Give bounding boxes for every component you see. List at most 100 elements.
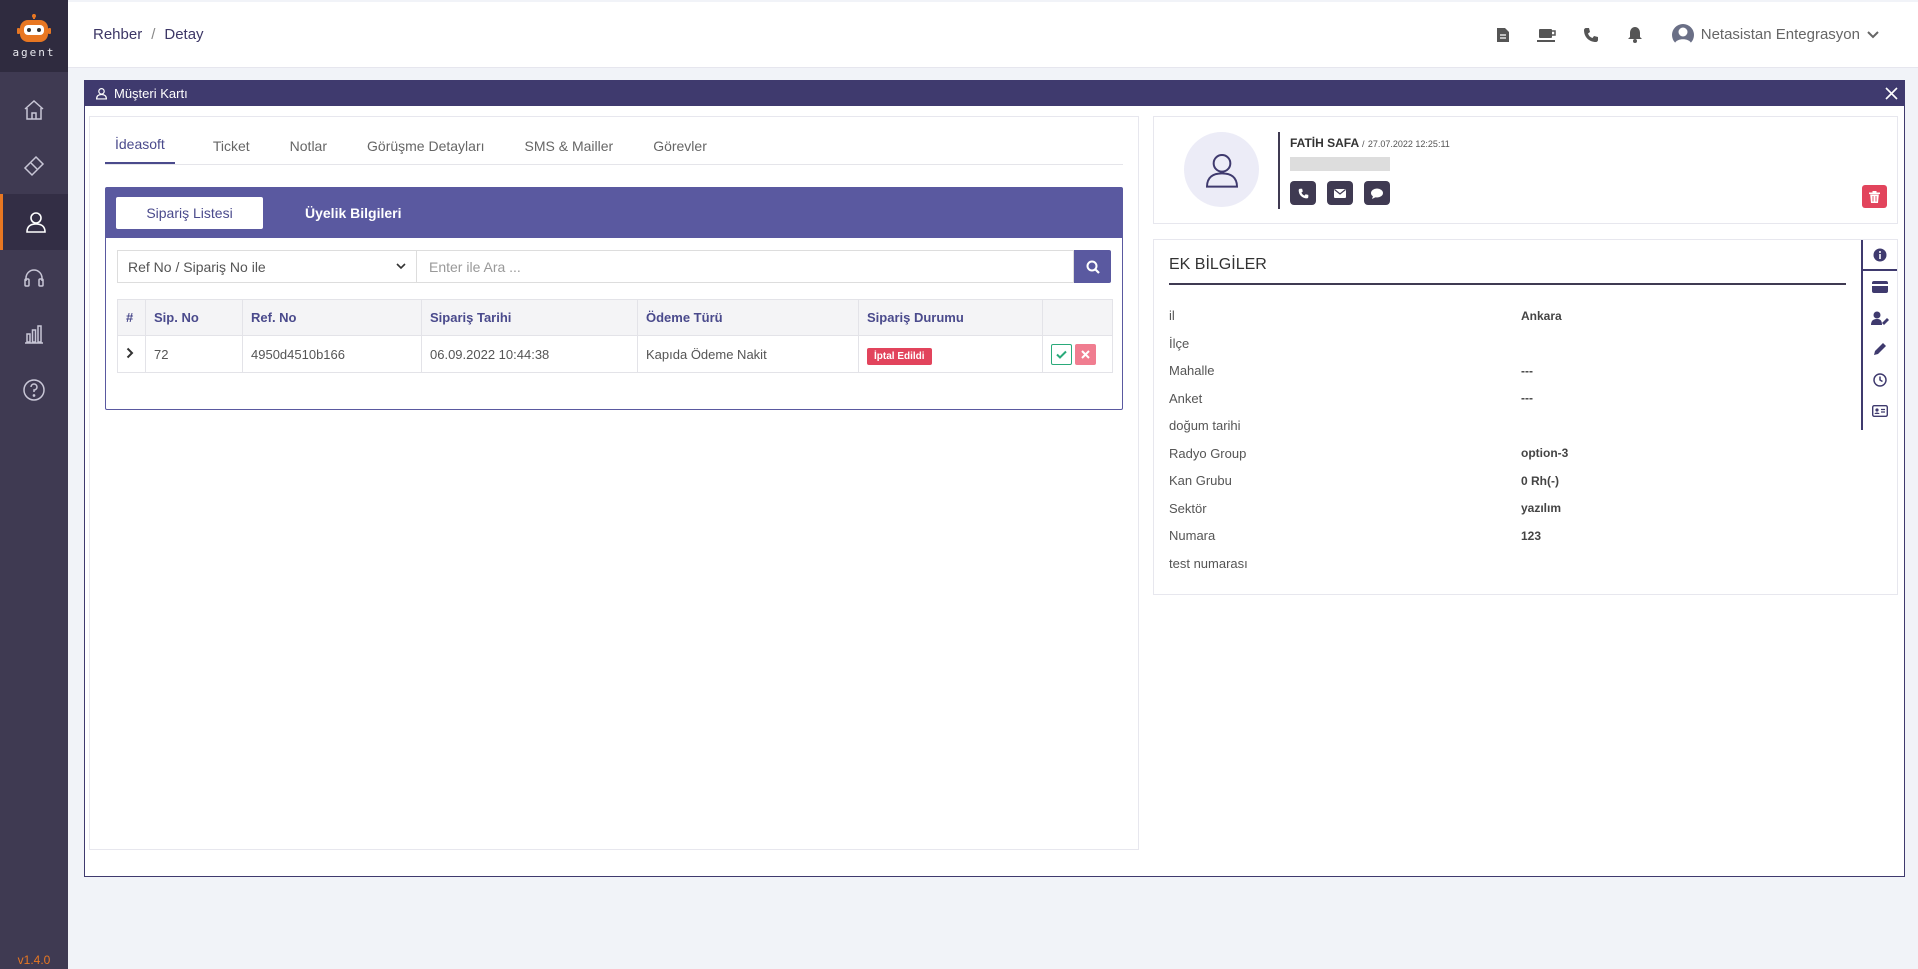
- info-row: Mahalle ---: [1169, 357, 1599, 385]
- call-button[interactable]: [1290, 181, 1316, 205]
- side-tab-edit[interactable]: [1863, 333, 1897, 364]
- tab-gorusme-detaylari[interactable]: Görüşme Detayları: [347, 138, 504, 164]
- side-tab-id-card[interactable]: [1863, 395, 1897, 426]
- document-button[interactable]: [1481, 27, 1525, 43]
- info-icon: [1873, 248, 1887, 261]
- tab-sms-mailler[interactable]: SMS & Mailler: [505, 138, 634, 164]
- profile-info: FATİH SAFA / 27.07.2022 12:25:11: [1278, 132, 1450, 209]
- phone-icon: [1583, 27, 1598, 42]
- side-tab-history[interactable]: [1863, 364, 1897, 395]
- nav-tickets[interactable]: [0, 138, 68, 194]
- info-value: 0 Rh(-): [1521, 473, 1559, 488]
- robot-logo-icon: [17, 13, 51, 42]
- nav-calls[interactable]: [0, 250, 68, 306]
- info-key: Kan Grubu: [1169, 473, 1232, 489]
- info-key: il: [1169, 308, 1175, 324]
- info-value: option-3: [1521, 446, 1569, 461]
- info-key: Radyo Group: [1169, 445, 1247, 461]
- extra-side-tabs: [1861, 240, 1897, 430]
- envelope-icon: [1334, 188, 1346, 198]
- coffee-icon: [1536, 28, 1556, 42]
- tab-notlar[interactable]: Notlar: [270, 138, 347, 164]
- tab-ticket[interactable]: Ticket: [193, 138, 270, 164]
- topbar-actions: Netasistan Entegrasyon: [1481, 23, 1880, 47]
- close-icon: [1081, 349, 1090, 359]
- order-subtabs: Sipariş Listesi Üyelik Bilgileri: [106, 188, 1122, 238]
- breadcrumb: Rehber / Detay: [93, 26, 204, 43]
- search-icon: [1086, 260, 1100, 274]
- nav-help[interactable]: [0, 362, 68, 418]
- version-label: v1.4.0: [17, 953, 51, 967]
- id-card-icon: [1872, 404, 1888, 417]
- modal-header: Müşteri Kartı: [85, 81, 1904, 106]
- info-row: doğum tarihi: [1169, 412, 1599, 440]
- tab-ideasoft[interactable]: İdeasoft: [105, 136, 175, 164]
- search-input[interactable]: Enter ile Ara ...: [417, 250, 1074, 283]
- info-value: ---: [1521, 391, 1533, 406]
- card-icon: [1872, 280, 1888, 293]
- phone-icon: [1298, 188, 1308, 198]
- delete-button[interactable]: [1862, 185, 1887, 208]
- cell-ref-no: 4950d4510b166: [242, 335, 422, 373]
- logo-text: agent: [12, 45, 56, 59]
- col-siparis-durumu: Sipariş Durumu: [858, 299, 1043, 336]
- break-button[interactable]: [1525, 27, 1569, 43]
- message-button[interactable]: [1364, 181, 1390, 205]
- side-tab-user-edit[interactable]: [1863, 302, 1897, 333]
- approve-button[interactable]: [1051, 343, 1072, 365]
- user-avatar-icon: [1205, 153, 1238, 188]
- modal-close-button[interactable]: [1885, 87, 1898, 100]
- cell-siparis-durumu: İptal Edildi: [858, 335, 1043, 373]
- info-row: Kan Grubu 0 Rh(-): [1169, 467, 1599, 495]
- breadcrumb-rehber[interactable]: Rehber: [93, 26, 142, 43]
- phone-button[interactable]: [1569, 27, 1613, 43]
- expand-row-button[interactable]: [117, 335, 146, 373]
- info-row: Anket ---: [1169, 385, 1599, 413]
- email-button[interactable]: [1327, 181, 1353, 205]
- profile-date: 27.07.2022 12:25:11: [1367, 139, 1450, 149]
- reject-button[interactable]: [1075, 343, 1096, 365]
- search-type-select[interactable]: Ref No / Sipariş No ile: [117, 250, 417, 283]
- profile-card: FATİH SAFA / 27.07.2022 12:25:11: [1153, 116, 1898, 224]
- close-icon: [1885, 87, 1898, 100]
- trash-icon: [1869, 190, 1880, 203]
- chevron-down-icon: [396, 263, 406, 270]
- chart-icon: [25, 325, 43, 344]
- check-icon: [1056, 350, 1067, 359]
- side-tab-card[interactable]: [1863, 271, 1897, 302]
- modal-title: Müşteri Kartı: [114, 86, 188, 101]
- tab-gorevler[interactable]: Görevler: [633, 138, 727, 164]
- info-key: Mahalle: [1169, 363, 1215, 379]
- col-odeme-turu: Ödeme Türü: [637, 299, 859, 336]
- side-tab-info[interactable]: [1863, 240, 1897, 271]
- nav-contacts[interactable]: [0, 194, 68, 250]
- logo[interactable]: agent: [0, 0, 68, 72]
- subtab-uyelik-bilgileri[interactable]: Üyelik Bilgileri: [275, 197, 431, 229]
- nav-home[interactable]: [0, 82, 68, 138]
- nav-reports[interactable]: [0, 306, 68, 362]
- table-header-row: # Sip. No Ref. No Sipariş Tarihi Ödeme T…: [117, 299, 1113, 336]
- avatar: [1184, 132, 1259, 207]
- info-key: İlçe: [1169, 335, 1190, 351]
- notifications-button[interactable]: [1613, 26, 1657, 43]
- user-menu[interactable]: Netasistan Entegrasyon: [1671, 23, 1880, 47]
- info-row: Sektör yazılım: [1169, 495, 1599, 523]
- table-row: 72 4950d4510b166 06.09.2022 10:44:38 Kap…: [117, 335, 1113, 373]
- user-edit-icon: [1871, 311, 1889, 325]
- info-key: doğum tarihi: [1169, 418, 1241, 434]
- profile-actions: [1290, 181, 1450, 205]
- subtab-siparis-listesi[interactable]: Sipariş Listesi: [116, 197, 263, 229]
- extra-info-title: EK BİLGİLER: [1169, 256, 1846, 285]
- info-row: Radyo Group option-3: [1169, 440, 1599, 468]
- modal-tabs: İdeasoft Ticket Notlar Görüşme Detayları…: [105, 117, 1123, 165]
- order-list-box: Sipariş Listesi Üyelik Bilgileri Ref No …: [105, 187, 1123, 410]
- search-row: Ref No / Sipariş No ile Enter ile Ara ..…: [117, 250, 1111, 283]
- info-key: test numarası: [1169, 555, 1248, 571]
- info-key: Anket: [1169, 390, 1203, 406]
- search-button[interactable]: [1074, 250, 1111, 283]
- extra-info-list: il Ankara İlçe Mahalle --- Anket --- doğum …: [1169, 302, 1599, 577]
- col-actions: [1042, 299, 1113, 336]
- clock-icon: [1873, 372, 1887, 387]
- avatar-icon: [1671, 23, 1694, 46]
- info-key: Numara: [1169, 528, 1216, 544]
